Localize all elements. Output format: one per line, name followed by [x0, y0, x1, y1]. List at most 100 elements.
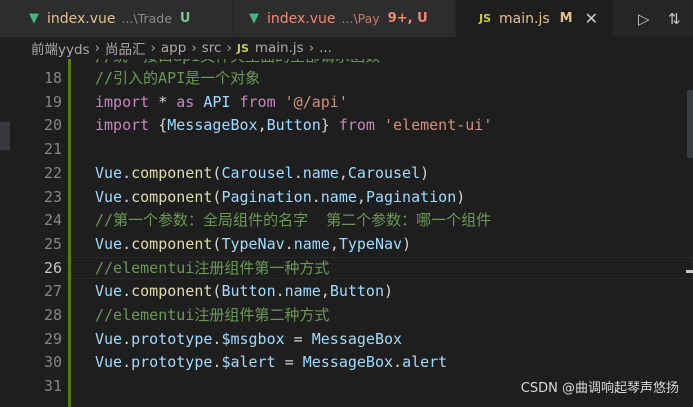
code-token: Vue	[95, 234, 123, 253]
code-token: ,	[338, 163, 348, 182]
code-token: name	[302, 163, 339, 182]
code-token: )	[384, 282, 394, 301]
code-token: 'element-ui'	[384, 116, 493, 135]
code-token: name	[284, 282, 321, 301]
code-token: Vue	[95, 163, 123, 182]
code-line: 22 Vue.component(Carousel.name,Carousel)	[0, 162, 693, 186]
cursor-position-marker	[686, 270, 693, 273]
line-number: 27	[43, 282, 62, 301]
code-token: MessageBox	[167, 116, 258, 135]
line-number: 19	[43, 92, 62, 111]
code-editor[interactable]: //统一接口api文件夹里面的全部请求函数 18//引入的API是一个对象19i…	[0, 59, 693, 407]
vue-icon: ▼	[29, 11, 39, 26]
code-token: import	[95, 116, 150, 135]
code-token: component	[131, 234, 213, 253]
code-text: //elementui注册组件第一种方式	[95, 257, 329, 281]
code-token: =	[275, 353, 303, 372]
line-number: 28	[43, 306, 62, 324]
code-token: ,	[329, 234, 339, 253]
code-token: prototype	[131, 329, 213, 348]
code-token: *	[149, 92, 177, 111]
code-text: //elementui注册组件第二种方式	[95, 304, 329, 328]
git-added-gutter	[68, 59, 71, 407]
code-text: //引入的API是一个对象	[95, 67, 260, 91]
code-token: alert	[402, 353, 448, 372]
code-token: )	[402, 234, 412, 253]
breadcrumb-file[interactable]: main.js	[255, 40, 304, 56]
chevron-right-icon: ›	[94, 40, 100, 56]
line-number: 31	[43, 377, 62, 396]
tab-main-js[interactable]: JS main.js M ✕	[456, 0, 613, 37]
code-line: 30 Vue.prototype.$alert = MessageBox.aler…	[0, 351, 693, 375]
code-token: .	[311, 187, 321, 206]
line-number: 24	[43, 211, 62, 230]
code-line: 27 Vue.component(Button.name,Button)	[0, 280, 693, 304]
line-number: 18	[43, 69, 62, 87]
tab-git-status: U	[179, 11, 191, 26]
code-token: component	[131, 163, 213, 182]
code-token: Vue	[95, 187, 123, 206]
code-line: 20 import {MessageBox,Button} from 'eleme…	[0, 114, 693, 138]
code-token: //引入的API是一个对象	[95, 69, 261, 87]
scrollbar-thumb[interactable]	[687, 90, 693, 158]
code-token: Vue	[95, 353, 123, 372]
close-icon[interactable]: ✕	[585, 9, 598, 28]
code-token: import	[95, 92, 150, 111]
js-file-icon: JS	[236, 41, 249, 55]
breadcrumb-item[interactable]: 前端yyds	[31, 38, 90, 58]
line-number: 29	[43, 329, 62, 348]
code-line: 23 Vue.component(Pagination.name,Paginati…	[0, 186, 693, 210]
code-text: Vue.component(Button.name,Button)	[95, 280, 393, 304]
code-text: Vue.component(TypeNav.name,TypeNav)	[95, 233, 411, 257]
code-token: }	[320, 116, 339, 135]
code-line: 28 //elementui注册组件第二种方式	[0, 304, 693, 328]
tab-git-status: M	[559, 11, 573, 26]
code-token: //第一个参数：全局组件的名字 第二个参数：哪一个组件	[95, 211, 492, 230]
code-token: from	[239, 92, 276, 111]
code-token: Vue	[95, 282, 123, 301]
code-token: MessageBox	[302, 353, 394, 372]
code-token: prototype	[131, 353, 213, 372]
code-token: $alert	[221, 353, 276, 372]
tab-directory: ...\Pay	[341, 11, 380, 26]
code-token: .	[122, 329, 132, 348]
breadcrumb-more[interactable]: ...	[319, 40, 332, 56]
code-token: .	[284, 234, 294, 253]
line-number: 30	[43, 353, 62, 372]
tab-filename: index.vue	[47, 10, 116, 27]
js-file-icon: JS	[479, 12, 492, 25]
line-number: 26	[43, 258, 62, 277]
code-text: Vue.prototype.$alert = MessageBox.alert	[95, 351, 447, 375]
compare-changes-icon[interactable]: ⇅	[668, 0, 681, 37]
code-token: name	[320, 187, 357, 206]
code-token: .	[122, 234, 132, 253]
code-token: component	[131, 282, 213, 301]
breadcrumb-item[interactable]: app	[161, 40, 186, 56]
code-token: ,	[257, 116, 267, 135]
code-token: .	[275, 282, 285, 301]
code-line: 18 //引入的API是一个对象	[0, 67, 693, 91]
run-icon[interactable]: ▷	[638, 0, 650, 37]
breadcrumb-item[interactable]: 尚品汇	[105, 38, 146, 58]
breadcrumb-item[interactable]: src	[202, 40, 222, 56]
code-line: 24 //第一个参数：全局组件的名字 第二个参数：哪一个组件	[0, 209, 693, 233]
line-number: 25	[43, 234, 62, 253]
code-token: Button	[329, 282, 384, 301]
code-token: Pagination	[221, 187, 312, 206]
code-token: Vue	[95, 329, 123, 348]
line-number: 22	[43, 163, 62, 182]
code-token: .	[393, 353, 403, 372]
tab-index-vue-trade[interactable]: ▼ index.vue ...\Trade U	[0, 0, 232, 37]
tab-index-vue-pay[interactable]: ▼ index.vue ...\Pay 9+, U	[233, 0, 455, 37]
code-token: '@/api'	[284, 92, 348, 111]
code-line: 25 Vue.component(TypeNav.name,TypeNav)	[0, 233, 693, 257]
tab-filename: main.js	[499, 10, 550, 27]
tab-filename: index.vue	[267, 10, 336, 27]
code-text: import * as API from '@/api'	[95, 91, 348, 115]
code-token: TypeNav	[338, 234, 403, 253]
code-token: ,	[356, 187, 366, 206]
code-token: Pagination	[365, 187, 457, 206]
code-line: 19 import * as API from '@/api'	[0, 91, 693, 115]
code-text: Vue.prototype.$msgbox = MessageBox	[95, 328, 402, 352]
